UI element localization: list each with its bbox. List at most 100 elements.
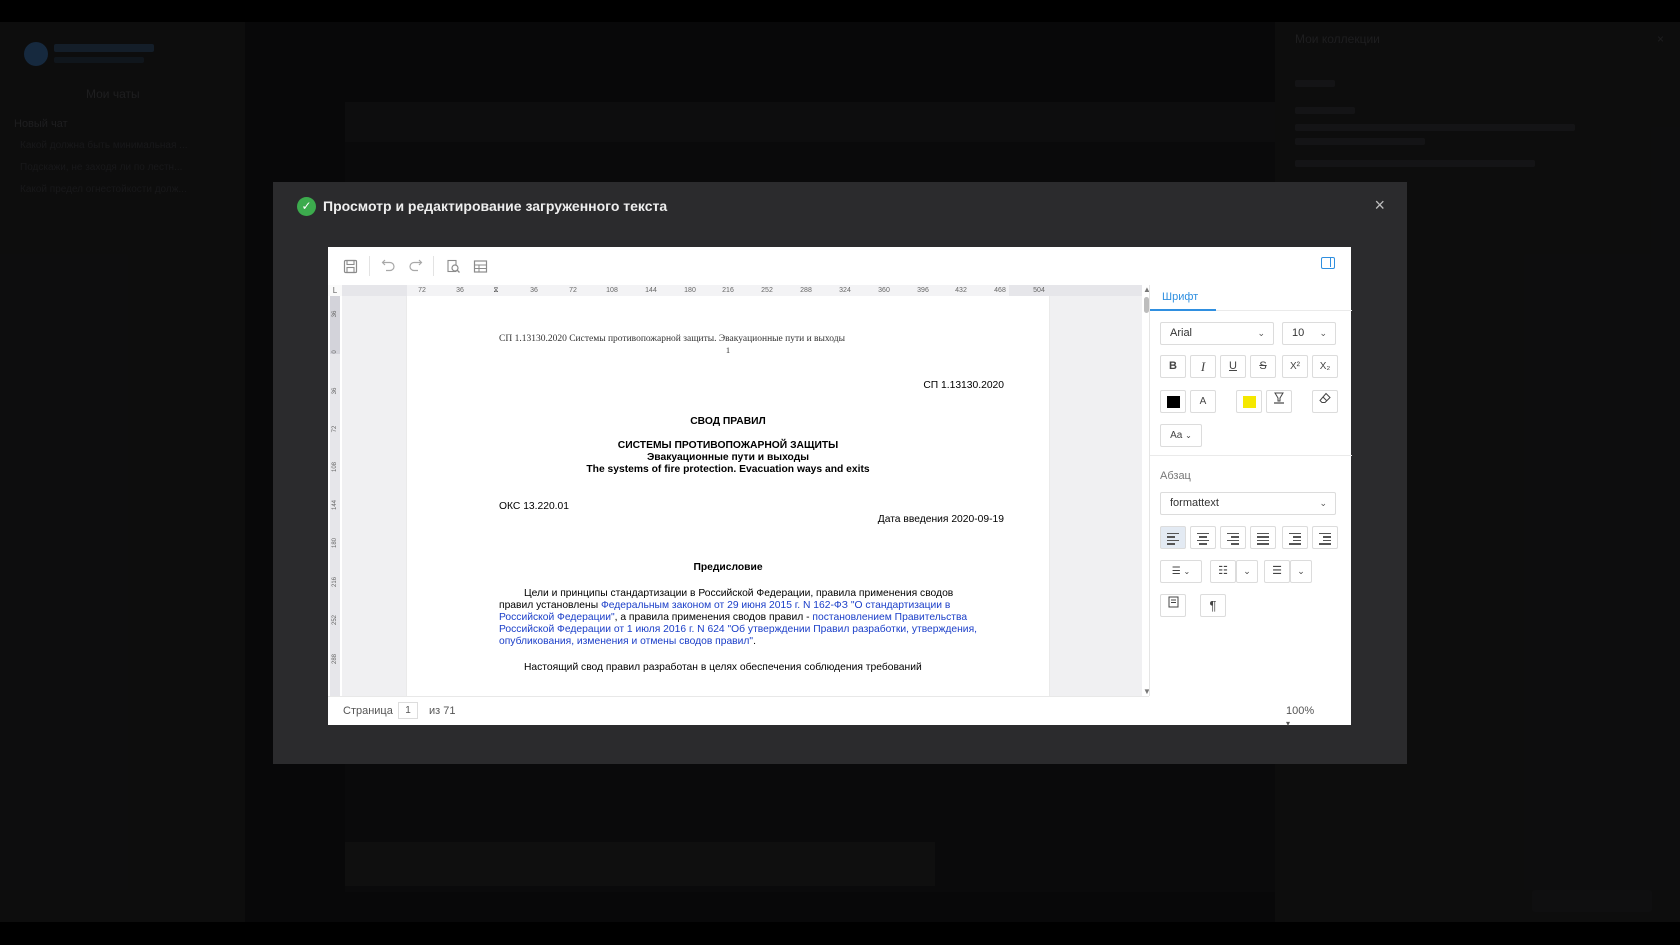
font-size-select[interactable]: 10 ⌄: [1282, 322, 1336, 345]
change-case-button[interactable]: Aa ⌄: [1160, 424, 1202, 447]
modal-title: Просмотр и редактирование загруженного т…: [323, 198, 668, 214]
bold-button[interactable]: B: [1160, 355, 1186, 378]
ruler-tick: 216: [722, 287, 734, 294]
increase-indent-button[interactable]: [1312, 526, 1338, 549]
indent-icon: [1319, 543, 1331, 545]
check-icon: ✓: [297, 197, 316, 216]
table-icon[interactable]: [468, 254, 492, 278]
save-icon[interactable]: [338, 254, 362, 278]
ruler-tick: 0: [332, 350, 338, 354]
page-label: Страница: [343, 705, 393, 717]
document-page[interactable]: СП 1.13130.2020 Системы противопожарной …: [407, 296, 1049, 696]
ruler-corner: L: [328, 285, 342, 296]
heading-evacuation: Эвакуационные пути и выходы: [646, 452, 810, 463]
numbered-list-icon: ☰: [1272, 565, 1282, 577]
page-number-input[interactable]: 1: [398, 702, 418, 719]
align-justify-icon: [1257, 533, 1269, 535]
toggle-sidebar-icon[interactable]: [1321, 257, 1335, 269]
government-decree-link[interactable]: Российской Федерации от 1 июля 2016 г. N…: [499, 624, 977, 635]
government-decree-link[interactable]: постановлением Правительства: [812, 612, 967, 623]
chevron-down-icon: ⌄: [1319, 328, 1327, 338]
ruler-tick: 72: [332, 425, 338, 433]
screen: Мои чаты Новый чат Какой должна быть мин…: [0, 22, 1680, 922]
indent-icon: [1323, 536, 1331, 538]
paragraph-text: .: [753, 636, 756, 647]
paragraph-style-value: formattext: [1170, 497, 1219, 509]
government-decree-link[interactable]: опубликования, изменения и отмены сводов…: [499, 636, 753, 647]
outdent-icon: [1293, 536, 1301, 538]
pilcrow-icon[interactable]: ¶: [1200, 594, 1226, 617]
introduction-date: Дата введения 2020-09-19: [877, 514, 1004, 525]
ruler-tick: 72: [569, 287, 577, 294]
foreword-title: Предисловие: [693, 562, 763, 573]
ruler-tick: 108: [606, 287, 618, 294]
ruler-tick: 324: [839, 287, 851, 294]
paragraph-line: правил установлены Федеральным законом о…: [499, 600, 950, 611]
ruler-tick: 36: [530, 287, 538, 294]
numbered-list-button[interactable]: ☰: [1264, 560, 1290, 583]
italic-button[interactable]: I: [1190, 355, 1216, 378]
align-justify-icon: [1257, 539, 1269, 542]
zoom-select[interactable]: 100% ▾: [1286, 705, 1314, 729]
line-spacing-button[interactable]: ☰ ⌄: [1160, 560, 1202, 583]
document-editor: L 72 36 ⧖ 36 72 108 144 180 216 252 288 …: [328, 247, 1352, 728]
ruler-tick: 468: [994, 287, 1006, 294]
bullet-list-icon: ☷: [1218, 565, 1228, 577]
font-color-button[interactable]: A: [1190, 390, 1216, 413]
numbered-list-dropdown[interactable]: ⌄: [1290, 560, 1312, 583]
tab-active-indicator: [1150, 309, 1216, 311]
bullet-list-dropdown[interactable]: ⌄: [1236, 560, 1258, 583]
eraser-icon[interactable]: [1312, 390, 1338, 413]
bullet-list-button[interactable]: ☷: [1210, 560, 1236, 583]
toolbar-separator: [369, 256, 370, 276]
tab-font[interactable]: Шрифт: [1162, 291, 1198, 303]
ruler-tick: 360: [878, 287, 890, 294]
redo-icon[interactable]: [403, 254, 427, 278]
outdent-icon: [1293, 539, 1301, 542]
ruler-indent-marker[interactable]: ⧖: [494, 285, 499, 296]
decrease-indent-button[interactable]: [1282, 526, 1308, 549]
undo-icon[interactable]: [376, 254, 400, 278]
federal-law-link[interactable]: Российской Федерации": [499, 612, 615, 623]
ruler-tick: 288: [332, 653, 338, 664]
superscript-button[interactable]: X²: [1282, 355, 1308, 378]
page-count: из 71: [429, 705, 456, 717]
status-bar: Страница 1 из 71 100% ▾: [328, 696, 1314, 728]
change-case-label: Aa: [1170, 430, 1183, 441]
text-color-swatch: [1167, 396, 1180, 408]
align-justify-button[interactable]: [1250, 526, 1276, 549]
editor-toolbar: [328, 247, 1351, 285]
section-divider: [1150, 455, 1352, 456]
align-left-button[interactable]: [1160, 526, 1186, 549]
align-center-button[interactable]: [1190, 526, 1216, 549]
paragraph-line: Цели и принципы стандартизации в Российс…: [524, 588, 954, 599]
federal-law-link[interactable]: Федеральным законом от 29 июня 2015 г. N…: [601, 600, 950, 611]
ruler-tick: 180: [332, 537, 338, 548]
underline-button[interactable]: U: [1220, 355, 1246, 378]
subscript-button[interactable]: X₂: [1312, 355, 1338, 378]
align-left-icon: [1167, 536, 1175, 538]
align-center-icon: [1199, 536, 1207, 538]
document-canvas[interactable]: СП 1.13130.2020 Системы противопожарной …: [342, 296, 1148, 696]
align-right-button[interactable]: [1220, 526, 1246, 549]
ruler-tick: 288: [800, 287, 812, 294]
strikethrough-button[interactable]: S: [1250, 355, 1276, 378]
ruler-tick: 72: [418, 287, 426, 294]
copy-style-icon[interactable]: [1160, 594, 1186, 617]
text-color-button[interactable]: [1160, 390, 1186, 413]
close-button[interactable]: ×: [1374, 195, 1385, 215]
highlight-marker-icon[interactable]: [1266, 390, 1292, 413]
paragraph-style-select[interactable]: formattext ⌄: [1160, 492, 1336, 515]
paragraph-label: Абзац: [1160, 470, 1191, 482]
outdent-icon: [1289, 543, 1301, 545]
align-right-icon: [1227, 539, 1239, 542]
align-justify-icon: [1257, 543, 1269, 545]
ruler-tick: 36: [332, 310, 338, 318]
horizontal-ruler: 72 36 ⧖ 36 72 108 144 180 216 252 288 32…: [342, 285, 1149, 296]
paragraph-line: Настоящий свод правил разработан в целях…: [524, 662, 922, 673]
highlight-color-button[interactable]: [1236, 390, 1262, 413]
find-replace-icon[interactable]: [441, 254, 465, 278]
chevron-down-icon: ⌄: [1243, 566, 1251, 576]
ruler-tick: 144: [645, 287, 657, 294]
font-family-select[interactable]: Arial ⌄: [1160, 322, 1274, 345]
